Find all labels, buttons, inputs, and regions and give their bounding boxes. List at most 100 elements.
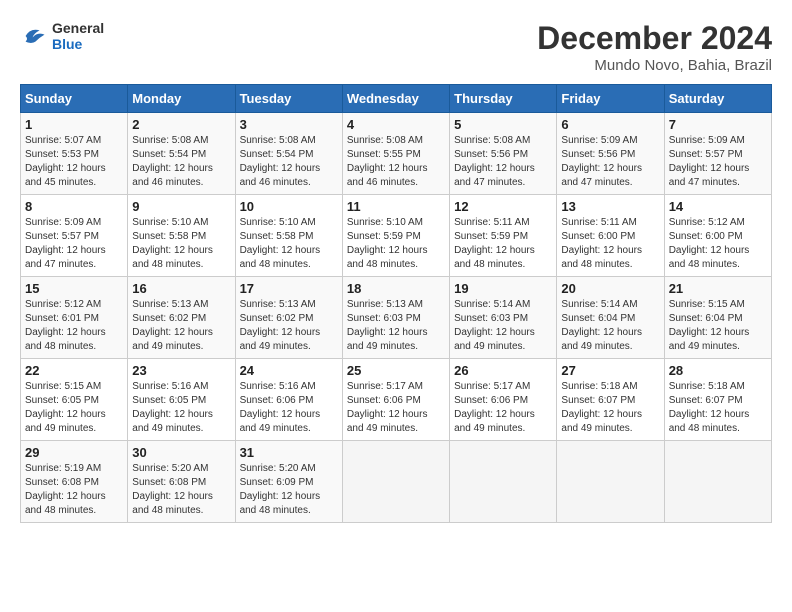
- day-info: Sunrise: 5:10 AMSunset: 5:58 PMDaylight:…: [240, 216, 338, 272]
- logo-general: General: [52, 20, 104, 36]
- day-number: 3: [240, 117, 338, 132]
- calendar-cell: 26 Sunrise: 5:17 AMSunset: 6:06 PMDaylig…: [450, 359, 557, 441]
- day-number: 18: [347, 281, 445, 296]
- day-number: 30: [132, 445, 230, 460]
- day-info: Sunrise: 5:15 AMSunset: 6:04 PMDaylight:…: [669, 298, 767, 354]
- calendar-week-5: 29 Sunrise: 5:19 AMSunset: 6:08 PMDaylig…: [21, 441, 772, 523]
- calendar-cell: 6 Sunrise: 5:09 AMSunset: 5:56 PMDayligh…: [557, 113, 664, 195]
- day-info: Sunrise: 5:13 AMSunset: 6:02 PMDaylight:…: [132, 298, 230, 354]
- day-info: Sunrise: 5:14 AMSunset: 6:03 PMDaylight:…: [454, 298, 552, 354]
- calendar-cell: 25 Sunrise: 5:17 AMSunset: 6:06 PMDaylig…: [342, 359, 449, 441]
- calendar-week-3: 15 Sunrise: 5:12 AMSunset: 6:01 PMDaylig…: [21, 277, 772, 359]
- day-info: Sunrise: 5:18 AMSunset: 6:07 PMDaylight:…: [561, 380, 659, 436]
- day-number: 1: [25, 117, 123, 132]
- day-number: 24: [240, 363, 338, 378]
- day-number: 22: [25, 363, 123, 378]
- day-info: Sunrise: 5:08 AMSunset: 5:55 PMDaylight:…: [347, 134, 445, 190]
- day-info: Sunrise: 5:11 AMSunset: 6:00 PMDaylight:…: [561, 216, 659, 272]
- day-number: 10: [240, 199, 338, 214]
- calendar-cell: 20 Sunrise: 5:14 AMSunset: 6:04 PMDaylig…: [557, 277, 664, 359]
- day-number: 21: [669, 281, 767, 296]
- day-number: 19: [454, 281, 552, 296]
- day-info: Sunrise: 5:20 AMSunset: 6:09 PMDaylight:…: [240, 462, 338, 518]
- day-info: Sunrise: 5:11 AMSunset: 5:59 PMDaylight:…: [454, 216, 552, 272]
- day-info: Sunrise: 5:10 AMSunset: 5:58 PMDaylight:…: [132, 216, 230, 272]
- day-info: Sunrise: 5:09 AMSunset: 5:57 PMDaylight:…: [669, 134, 767, 190]
- weekday-header-row: SundayMondayTuesdayWednesdayThursdayFrid…: [21, 85, 772, 113]
- day-info: Sunrise: 5:20 AMSunset: 6:08 PMDaylight:…: [132, 462, 230, 518]
- calendar-cell: 29 Sunrise: 5:19 AMSunset: 6:08 PMDaylig…: [21, 441, 128, 523]
- calendar-cell: [557, 441, 664, 523]
- day-number: 11: [347, 199, 445, 214]
- day-number: 5: [454, 117, 552, 132]
- day-info: Sunrise: 5:09 AMSunset: 5:56 PMDaylight:…: [561, 134, 659, 190]
- logo-text: General Blue: [52, 20, 104, 52]
- day-info: Sunrise: 5:17 AMSunset: 6:06 PMDaylight:…: [347, 380, 445, 436]
- day-number: 6: [561, 117, 659, 132]
- calendar-cell: 22 Sunrise: 5:15 AMSunset: 6:05 PMDaylig…: [21, 359, 128, 441]
- day-number: 31: [240, 445, 338, 460]
- calendar-cell: 18 Sunrise: 5:13 AMSunset: 6:03 PMDaylig…: [342, 277, 449, 359]
- calendar-cell: 7 Sunrise: 5:09 AMSunset: 5:57 PMDayligh…: [664, 113, 771, 195]
- day-info: Sunrise: 5:18 AMSunset: 6:07 PMDaylight:…: [669, 380, 767, 436]
- weekday-header-thursday: Thursday: [450, 85, 557, 113]
- calendar-cell: 15 Sunrise: 5:12 AMSunset: 6:01 PMDaylig…: [21, 277, 128, 359]
- calendar-cell: 10 Sunrise: 5:10 AMSunset: 5:58 PMDaylig…: [235, 195, 342, 277]
- calendar-cell: [664, 441, 771, 523]
- calendar-cell: 2 Sunrise: 5:08 AMSunset: 5:54 PMDayligh…: [128, 113, 235, 195]
- day-number: 17: [240, 281, 338, 296]
- day-info: Sunrise: 5:08 AMSunset: 5:54 PMDaylight:…: [240, 134, 338, 190]
- day-number: 14: [669, 199, 767, 214]
- calendar-cell: [342, 441, 449, 523]
- logo-blue: Blue: [52, 36, 104, 52]
- calendar-cell: 30 Sunrise: 5:20 AMSunset: 6:08 PMDaylig…: [128, 441, 235, 523]
- title-block: December 2024 Mundo Novo, Bahia, Brazil: [537, 20, 772, 74]
- day-number: 2: [132, 117, 230, 132]
- calendar-cell: 14 Sunrise: 5:12 AMSunset: 6:00 PMDaylig…: [664, 195, 771, 277]
- calendar-cell: 13 Sunrise: 5:11 AMSunset: 6:00 PMDaylig…: [557, 195, 664, 277]
- day-number: 9: [132, 199, 230, 214]
- calendar-cell: 19 Sunrise: 5:14 AMSunset: 6:03 PMDaylig…: [450, 277, 557, 359]
- day-info: Sunrise: 5:13 AMSunset: 6:02 PMDaylight:…: [240, 298, 338, 354]
- day-info: Sunrise: 5:08 AMSunset: 5:54 PMDaylight:…: [132, 134, 230, 190]
- day-info: Sunrise: 5:17 AMSunset: 6:06 PMDaylight:…: [454, 380, 552, 436]
- weekday-header-wednesday: Wednesday: [342, 85, 449, 113]
- calendar-cell: 16 Sunrise: 5:13 AMSunset: 6:02 PMDaylig…: [128, 277, 235, 359]
- calendar-cell: 24 Sunrise: 5:16 AMSunset: 6:06 PMDaylig…: [235, 359, 342, 441]
- day-info: Sunrise: 5:07 AMSunset: 5:53 PMDaylight:…: [25, 134, 123, 190]
- day-info: Sunrise: 5:13 AMSunset: 6:03 PMDaylight:…: [347, 298, 445, 354]
- calendar-table: SundayMondayTuesdayWednesdayThursdayFrid…: [20, 84, 772, 523]
- location: Mundo Novo, Bahia, Brazil: [537, 57, 772, 74]
- day-number: 4: [347, 117, 445, 132]
- weekday-header-tuesday: Tuesday: [235, 85, 342, 113]
- day-number: 12: [454, 199, 552, 214]
- day-number: 27: [561, 363, 659, 378]
- calendar-cell: 1 Sunrise: 5:07 AMSunset: 5:53 PMDayligh…: [21, 113, 128, 195]
- logo-bird-icon: [20, 22, 48, 50]
- day-number: 13: [561, 199, 659, 214]
- day-number: 8: [25, 199, 123, 214]
- day-info: Sunrise: 5:10 AMSunset: 5:59 PMDaylight:…: [347, 216, 445, 272]
- calendar-cell: 11 Sunrise: 5:10 AMSunset: 5:59 PMDaylig…: [342, 195, 449, 277]
- calendar-cell: 28 Sunrise: 5:18 AMSunset: 6:07 PMDaylig…: [664, 359, 771, 441]
- logo: General Blue: [20, 20, 104, 52]
- weekday-header-sunday: Sunday: [21, 85, 128, 113]
- calendar-week-2: 8 Sunrise: 5:09 AMSunset: 5:57 PMDayligh…: [21, 195, 772, 277]
- day-info: Sunrise: 5:08 AMSunset: 5:56 PMDaylight:…: [454, 134, 552, 190]
- day-info: Sunrise: 5:16 AMSunset: 6:06 PMDaylight:…: [240, 380, 338, 436]
- weekday-header-saturday: Saturday: [664, 85, 771, 113]
- page-header: General Blue December 2024 Mundo Novo, B…: [20, 20, 772, 74]
- calendar-cell: 12 Sunrise: 5:11 AMSunset: 5:59 PMDaylig…: [450, 195, 557, 277]
- calendar-cell: 4 Sunrise: 5:08 AMSunset: 5:55 PMDayligh…: [342, 113, 449, 195]
- day-info: Sunrise: 5:19 AMSunset: 6:08 PMDaylight:…: [25, 462, 123, 518]
- day-number: 28: [669, 363, 767, 378]
- calendar-week-1: 1 Sunrise: 5:07 AMSunset: 5:53 PMDayligh…: [21, 113, 772, 195]
- weekday-header-monday: Monday: [128, 85, 235, 113]
- day-number: 15: [25, 281, 123, 296]
- day-info: Sunrise: 5:15 AMSunset: 6:05 PMDaylight:…: [25, 380, 123, 436]
- day-info: Sunrise: 5:09 AMSunset: 5:57 PMDaylight:…: [25, 216, 123, 272]
- day-info: Sunrise: 5:14 AMSunset: 6:04 PMDaylight:…: [561, 298, 659, 354]
- day-info: Sunrise: 5:12 AMSunset: 6:01 PMDaylight:…: [25, 298, 123, 354]
- calendar-cell: 27 Sunrise: 5:18 AMSunset: 6:07 PMDaylig…: [557, 359, 664, 441]
- day-number: 29: [25, 445, 123, 460]
